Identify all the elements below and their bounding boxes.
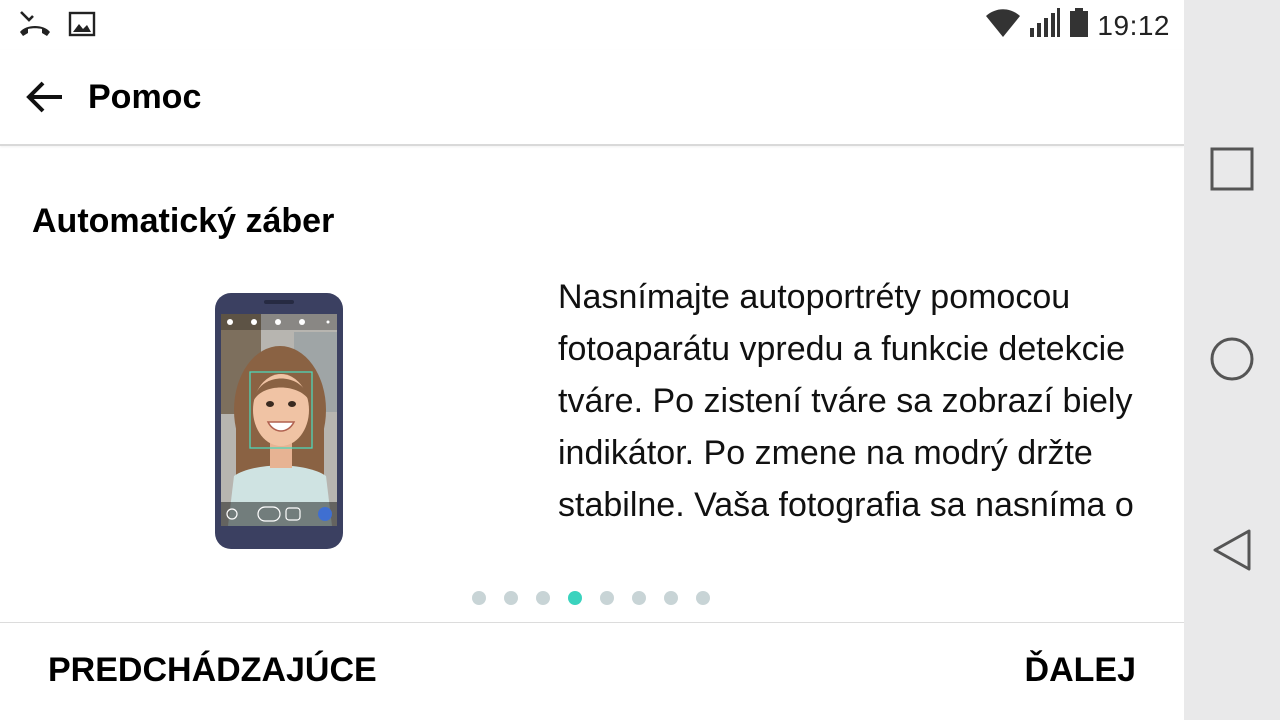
missed-call-icon (18, 10, 52, 43)
page-dot[interactable] (472, 591, 486, 605)
page-dot[interactable] (664, 591, 678, 605)
wifi-icon (985, 8, 1021, 43)
home-circle-icon (1210, 337, 1254, 381)
feature-description: Nasnímajte autoportréty pomocou fotoapar… (558, 270, 1158, 576)
system-back-button[interactable] (1208, 526, 1256, 574)
previous-button[interactable]: PREDCHÁDZAJÚCE (48, 647, 377, 693)
home-button[interactable] (1208, 335, 1256, 383)
feature-description-text: Nasnímajte autoportréty pomocou fotoapar… (558, 278, 1134, 524)
arrow-back-icon (26, 81, 62, 113)
battery-icon (1069, 8, 1089, 43)
phone-selfie-illustration (214, 292, 344, 550)
section-title: Automatický záber (32, 202, 335, 240)
back-button[interactable] (24, 76, 66, 118)
back-triangle-icon (1213, 529, 1251, 571)
status-bar: 19:12 (0, 0, 1184, 50)
signal-icon (1029, 8, 1061, 43)
status-clock: 19:12 (1097, 9, 1170, 41)
app-bar: Pomoc (0, 50, 1184, 146)
notification-icons (18, 10, 96, 43)
help-screen: 19:12 Pomoc Automatický záber Nasnímajte… (0, 0, 1184, 720)
recents-button[interactable] (1208, 145, 1256, 193)
recents-square-icon (1210, 147, 1254, 191)
image-icon (68, 11, 96, 42)
page-dot[interactable] (536, 591, 550, 605)
page-dot[interactable] (600, 591, 614, 605)
navigation-bar (1184, 0, 1280, 720)
page-dot[interactable] (696, 591, 710, 605)
page-dot[interactable] (632, 591, 646, 605)
page-indicator (472, 591, 710, 605)
page-dot-active[interactable] (568, 591, 582, 605)
page-title: Pomoc (88, 78, 202, 116)
footer-bar: PREDCHÁDZAJÚCE ĎALEJ (0, 622, 1184, 721)
next-button[interactable]: ĎALEJ (1025, 647, 1136, 693)
page-dot[interactable] (504, 591, 518, 605)
system-status: 19:12 (985, 8, 1170, 43)
